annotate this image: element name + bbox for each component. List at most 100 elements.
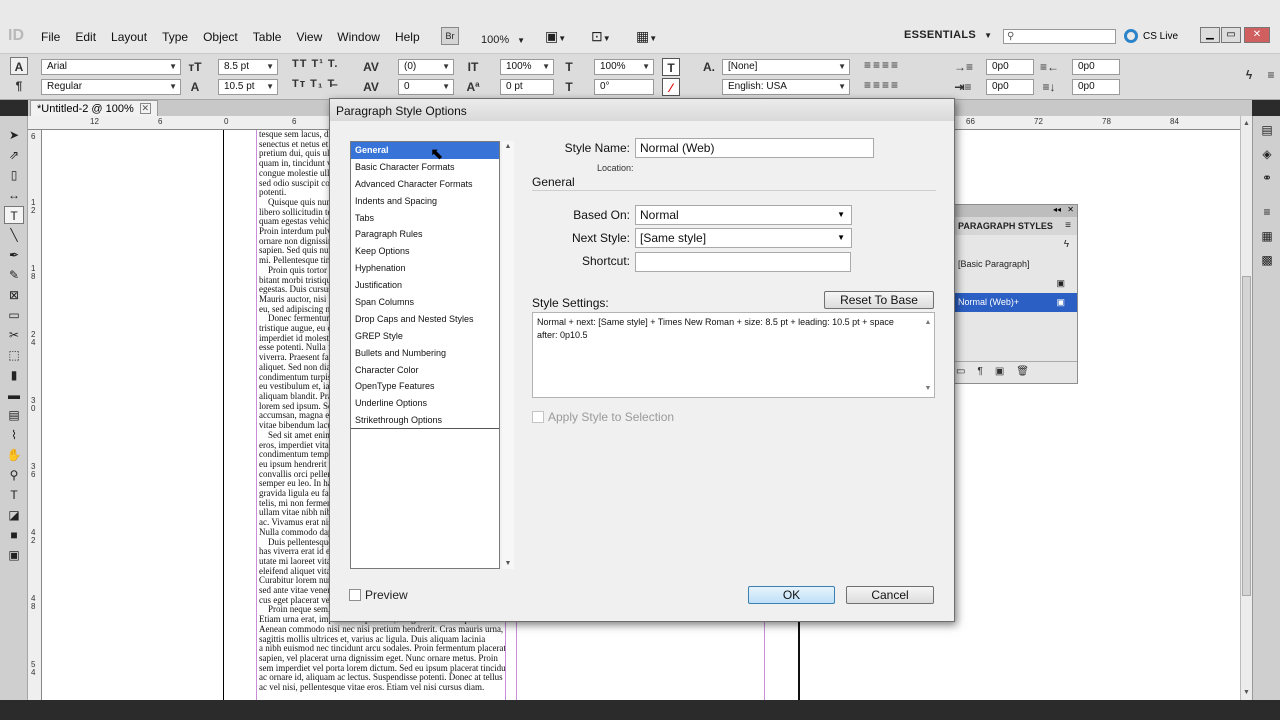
first-line-indent-field[interactable]: 0p0 bbox=[986, 79, 1034, 95]
pasteboard[interactable] bbox=[42, 130, 224, 700]
free-transform-tool-icon[interactable]: ⬚ bbox=[4, 346, 24, 364]
pen-tool-icon[interactable]: ✒ bbox=[4, 246, 24, 264]
scroll-up-icon[interactable]: ▲ bbox=[1241, 120, 1252, 127]
small-caps-icons[interactable]: Tт T₁ T̶ bbox=[292, 78, 335, 90]
scroll-up-icon[interactable]: ▲ bbox=[502, 143, 514, 150]
zoom-tool-icon[interactable]: ⚲ bbox=[4, 466, 24, 484]
gap-tool-icon[interactable]: ↔ bbox=[4, 186, 24, 204]
line-tool-icon[interactable]: ╲ bbox=[4, 226, 24, 244]
arrange-documents-icon[interactable]: ▦▼ bbox=[636, 28, 657, 48]
category-item-span-columns[interactable]: Span Columns bbox=[351, 294, 499, 311]
rectangle-tool-icon[interactable]: ▭ bbox=[4, 306, 24, 324]
category-item-underline-options[interactable]: Underline Options bbox=[351, 395, 499, 412]
layers-panel-icon[interactable]: ◈ bbox=[1257, 144, 1277, 164]
document-tab[interactable]: *Untitled-2 @ 100% ✕ bbox=[30, 100, 158, 116]
cancel-button[interactable]: Cancel bbox=[846, 586, 934, 604]
links-panel-icon[interactable]: ⚭ bbox=[1257, 168, 1277, 188]
scroll-down-icon[interactable]: ▼ bbox=[1243, 689, 1250, 696]
style-settings-box[interactable]: Normal + next: [Same style] + Times New … bbox=[532, 312, 935, 398]
left-indent-field[interactable]: 0p0 bbox=[986, 59, 1034, 75]
screen-mode-icon[interactable]: ⊡▼ bbox=[591, 28, 611, 48]
baseline-shift-field[interactable]: 0 pt bbox=[500, 79, 554, 95]
category-item-opentype-features[interactable]: OpenType Features bbox=[351, 378, 499, 395]
font-size-field[interactable]: 8.5 pt ▼ bbox=[218, 59, 278, 75]
close-button[interactable]: ✕ bbox=[1244, 27, 1270, 43]
category-item-general[interactable]: General bbox=[351, 142, 499, 159]
color-panel-icon[interactable]: ▩ bbox=[1257, 250, 1277, 270]
clear-overrides-icon[interactable]: ¶ bbox=[977, 366, 994, 377]
cs-live-button[interactable]: CS Live bbox=[1124, 29, 1178, 43]
scroll-up-icon[interactable]: ▲ bbox=[921, 316, 935, 329]
formatting-affects-icon[interactable]: ◪ bbox=[4, 506, 24, 524]
create-new-style-icon[interactable]: ▣ bbox=[995, 366, 1016, 377]
alignment-buttons-row1[interactable]: ≡≡≡≡ bbox=[864, 58, 900, 72]
space-after-field[interactable]: 0p0 bbox=[1072, 79, 1120, 95]
gradient-swatch-tool-icon[interactable]: ▮ bbox=[4, 366, 24, 384]
preview-option[interactable]: Preview bbox=[349, 588, 408, 602]
category-item-keep-options[interactable]: Keep Options bbox=[351, 243, 499, 260]
right-indent-field[interactable]: 0p0 bbox=[1072, 59, 1120, 75]
preview-checkbox[interactable] bbox=[349, 589, 361, 601]
reset-to-base-button[interactable]: Reset To Base bbox=[824, 291, 934, 309]
alignment-buttons-row2[interactable]: ≡≡≡≡ bbox=[864, 78, 900, 92]
apply-style-option[interactable]: Apply Style to Selection bbox=[532, 410, 674, 424]
next-style-dropdown[interactable]: [Same style] ▼ bbox=[635, 228, 852, 248]
menu-type[interactable]: Type bbox=[162, 30, 188, 44]
character-style-field[interactable]: [None] ▼ bbox=[722, 59, 850, 75]
apply-style-checkbox[interactable] bbox=[532, 411, 544, 423]
delete-style-icon[interactable]: 🗑 bbox=[1016, 366, 1041, 377]
panel-menu-icon[interactable]: ≡ bbox=[1262, 66, 1280, 84]
swatches-panel-icon[interactable]: ▦ bbox=[1257, 226, 1277, 246]
pages-panel-icon[interactable]: ▤ bbox=[1257, 120, 1277, 140]
page-tool-icon[interactable]: ▯ bbox=[4, 166, 24, 184]
panel-header[interactable]: ◂◂ ✕ bbox=[946, 205, 1077, 217]
scroll-thumb[interactable] bbox=[1242, 276, 1251, 596]
style-item-normal-web[interactable]: Normal (Web)+ ▣ bbox=[946, 293, 1077, 312]
based-on-dropdown[interactable]: Normal ▼ bbox=[635, 205, 852, 225]
workspace-switcher[interactable]: ESSENTIALS ▼ bbox=[904, 29, 992, 41]
category-item-justification[interactable]: Justification bbox=[351, 277, 499, 294]
category-item-grep-style[interactable]: GREP Style bbox=[351, 328, 499, 345]
character-mode-icon[interactable]: A bbox=[10, 57, 28, 75]
eyedropper-tool-icon[interactable]: ⌇ bbox=[4, 426, 24, 444]
leading-field[interactable]: 10.5 pt ▼ bbox=[218, 79, 278, 95]
pencil-tool-icon[interactable]: ✎ bbox=[4, 266, 24, 284]
folder-icon[interactable]: ▭ bbox=[956, 366, 977, 377]
menu-layout[interactable]: Layout bbox=[111, 30, 147, 44]
scroll-down-icon[interactable]: ▼ bbox=[502, 560, 514, 567]
style-item-basic-paragraph[interactable]: [Basic Paragraph] bbox=[946, 255, 1077, 274]
menu-view[interactable]: View bbox=[296, 30, 322, 44]
menu-window[interactable]: Window bbox=[337, 30, 380, 44]
selection-tool-icon[interactable]: ➤ bbox=[4, 126, 24, 144]
category-item-drop-caps-and-nested-styles[interactable]: Drop Caps and Nested Styles bbox=[351, 311, 499, 328]
search-input[interactable]: ⚲ bbox=[1003, 29, 1116, 44]
screen-mode-icon[interactable]: ▣ bbox=[4, 546, 24, 564]
category-item-basic-character-formats[interactable]: Basic Character Formats bbox=[351, 159, 499, 176]
panel-menu-icon[interactable]: ≡ bbox=[1065, 217, 1071, 235]
all-caps-icons[interactable]: TT T¹ T. bbox=[292, 58, 339, 70]
close-tab-icon[interactable]: ✕ bbox=[139, 103, 151, 114]
shortcut-field[interactable] bbox=[635, 252, 851, 272]
category-item-tabs[interactable]: Tabs bbox=[351, 210, 499, 227]
close-panel-icon[interactable]: ✕ bbox=[1067, 205, 1074, 214]
hand-tool-icon[interactable]: ✋ bbox=[4, 446, 24, 464]
category-item-indents-and-spacing[interactable]: Indents and Spacing bbox=[351, 193, 499, 210]
font-style-field[interactable]: Regular ▼ bbox=[41, 79, 181, 95]
new-style-icon[interactable]: ϟ bbox=[1064, 235, 1069, 254]
vertical-scale-field[interactable]: 100% ▼ bbox=[500, 59, 554, 75]
fill-text-icon[interactable]: T bbox=[662, 58, 680, 76]
stroke-panel-icon[interactable]: ≡ bbox=[1257, 202, 1277, 222]
tracking-field[interactable]: 0 ▼ bbox=[398, 79, 454, 95]
font-family-field[interactable]: Arial ▼ bbox=[41, 59, 181, 75]
dialog-title[interactable]: Paragraph Style Options bbox=[330, 99, 954, 121]
category-item-strikethrough-options[interactable]: Strikethrough Options bbox=[351, 412, 499, 429]
paragraph-mode-icon[interactable]: ¶ bbox=[10, 77, 28, 95]
category-item-paragraph-rules[interactable]: Paragraph Rules bbox=[351, 226, 499, 243]
rectangle-frame-tool-icon[interactable]: ⊠ bbox=[4, 286, 24, 304]
zoom-dropdown[interactable]: 100% ▼ bbox=[481, 30, 525, 50]
category-item-advanced-character-formats[interactable]: Advanced Character Formats bbox=[351, 176, 499, 193]
note-tool-icon[interactable]: ▤ bbox=[4, 406, 24, 424]
scroll-down-icon[interactable]: ▼ bbox=[921, 382, 935, 395]
category-item-character-color[interactable]: Character Color bbox=[351, 362, 499, 379]
category-scrollbar[interactable]: ▲ ▼ bbox=[502, 141, 514, 569]
